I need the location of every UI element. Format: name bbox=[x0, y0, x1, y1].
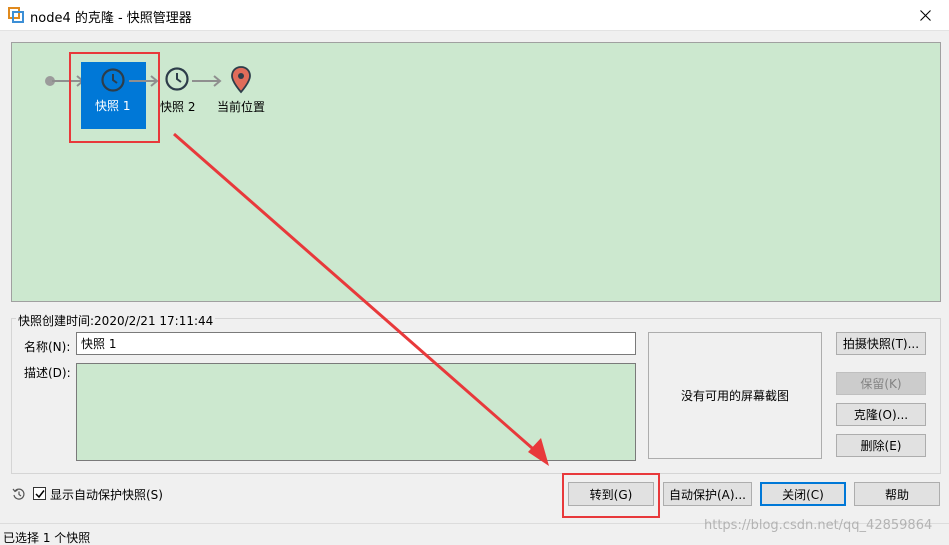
close-window-button[interactable] bbox=[903, 0, 949, 31]
delete-button[interactable]: 删除(E) bbox=[836, 434, 926, 457]
clock-icon bbox=[165, 67, 189, 91]
window-title: node4 的克隆 - 快照管理器 bbox=[30, 11, 192, 26]
title-bar: node4 的克隆 - 快照管理器 bbox=[0, 0, 949, 31]
snapshot-description-input[interactable] bbox=[76, 363, 636, 461]
snapshot-name-input[interactable] bbox=[76, 332, 636, 355]
location-pin-icon bbox=[231, 66, 251, 94]
snapshot-label: 快照 1 bbox=[95, 99, 131, 113]
clock-icon bbox=[101, 68, 125, 92]
show-autoprotect-checkbox[interactable] bbox=[33, 487, 46, 500]
autoprotect-button[interactable]: 自动保护(A)... bbox=[663, 482, 752, 506]
help-button[interactable]: 帮助 bbox=[854, 482, 940, 506]
vmware-app-icon bbox=[8, 7, 24, 23]
take-snapshot-button[interactable]: 拍摄快照(T)... bbox=[836, 332, 926, 355]
snapshot-created-time: 快照创建时间:2020/2/21 17:11:44 bbox=[16, 312, 216, 329]
status-text: 已选择 1 个快照 bbox=[3, 531, 91, 545]
description-label: 描述(D): bbox=[24, 366, 71, 380]
close-icon bbox=[920, 10, 931, 21]
name-label: 名称(N): bbox=[24, 340, 71, 354]
watermark: https://blog.csdn.net/qq_42859864 bbox=[704, 518, 933, 533]
snapshot-label: 快照 2 bbox=[160, 100, 196, 114]
current-position-node[interactable]: 当前位置 bbox=[217, 66, 277, 116]
screenshot-preview: 没有可用的屏幕截图 bbox=[648, 332, 822, 459]
snapshot-tree-panel[interactable]: 快照 1 快照 2 当前位置 bbox=[11, 42, 941, 302]
keep-button[interactable]: 保留(K) bbox=[836, 372, 926, 395]
no-screenshot-text: 没有可用的屏幕截图 bbox=[680, 389, 789, 403]
current-position-label: 当前位置 bbox=[217, 100, 266, 114]
clone-button[interactable]: 克隆(O)... bbox=[836, 403, 926, 426]
goto-button[interactable]: 转到(G) bbox=[568, 482, 654, 506]
checkmark-icon bbox=[35, 490, 45, 499]
show-autoprotect-label[interactable]: 显示自动保护快照(S) bbox=[50, 486, 163, 503]
close-button[interactable]: 关闭(C) bbox=[760, 482, 846, 506]
history-icon bbox=[12, 488, 25, 500]
